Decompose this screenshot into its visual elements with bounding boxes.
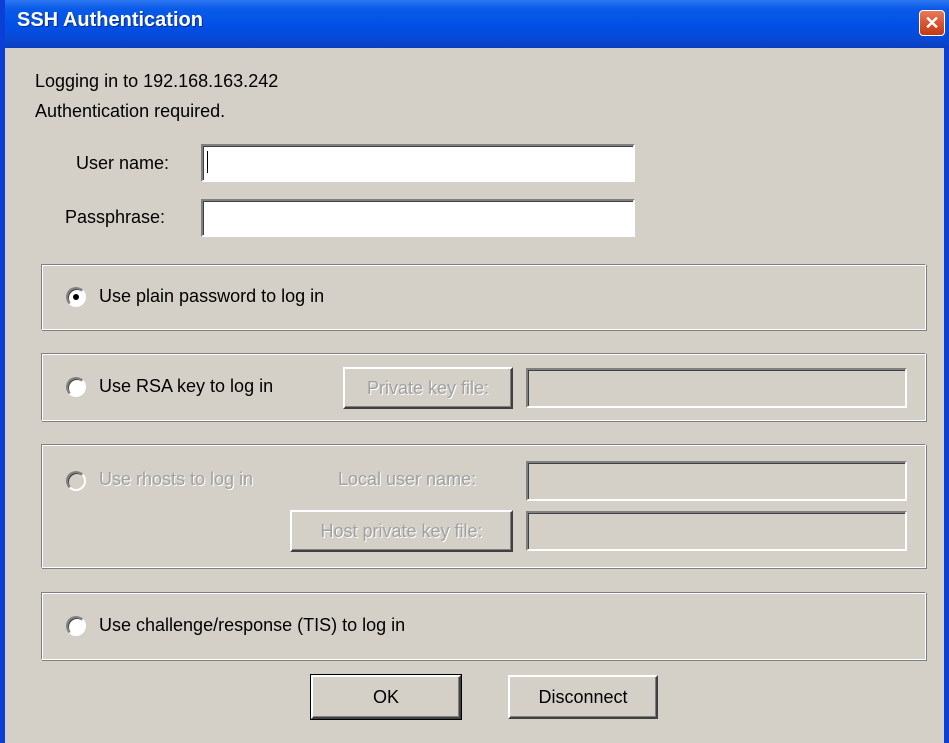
username-label: User name:: [76, 153, 170, 173]
rsa-key-radio[interactable]: [66, 377, 86, 397]
plain-password-radio[interactable]: [66, 287, 86, 307]
host-private-key-file-button-label: Host private key file:: [320, 520, 483, 541]
plain-password-label[interactable]: Use plain password to log in: [99, 286, 324, 307]
title-bar[interactable]: SSH Authentication ✕: [5, 0, 949, 48]
local-user-name-field: [526, 461, 907, 501]
ok-button[interactable]: OK: [310, 674, 462, 720]
disconnect-button[interactable]: Disconnect: [508, 675, 658, 719]
auth-required-message: Authentication required.: [35, 101, 226, 121]
ok-button-label: OK: [372, 686, 399, 707]
close-button[interactable]: ✕: [919, 10, 945, 36]
disconnect-button-label: Disconnect: [538, 686, 628, 707]
private-key-file-button-label: Private key file:: [366, 377, 490, 398]
login-message: Logging in to 192.168.163.242: [35, 71, 279, 91]
text-caret: [207, 151, 208, 173]
window-title: SSH Authentication: [17, 9, 203, 31]
tis-radio[interactable]: [66, 616, 86, 636]
private-key-file-button[interactable]: Private key file:: [343, 367, 513, 409]
rsa-key-label[interactable]: Use RSA key to log in: [99, 376, 273, 397]
host-private-key-file-button: Host private key file:: [290, 510, 513, 552]
rhosts-label: Use rhosts to log in: [99, 469, 254, 489]
local-user-name-label: Local user name:: [338, 469, 477, 489]
passphrase-field[interactable]: [201, 199, 635, 237]
host-private-key-file-field: [526, 511, 907, 551]
close-icon: ✕: [924, 13, 940, 33]
passphrase-label: Passphrase:: [65, 207, 166, 227]
ssh-auth-dialog: SSH Authentication ✕ Logging in to 192.1…: [0, 0, 949, 743]
rhosts-radio: [66, 471, 86, 491]
username-field[interactable]: [201, 144, 635, 182]
tis-label[interactable]: Use challenge/response (TIS) to log in: [99, 615, 405, 636]
private-key-file-field[interactable]: [526, 368, 907, 408]
